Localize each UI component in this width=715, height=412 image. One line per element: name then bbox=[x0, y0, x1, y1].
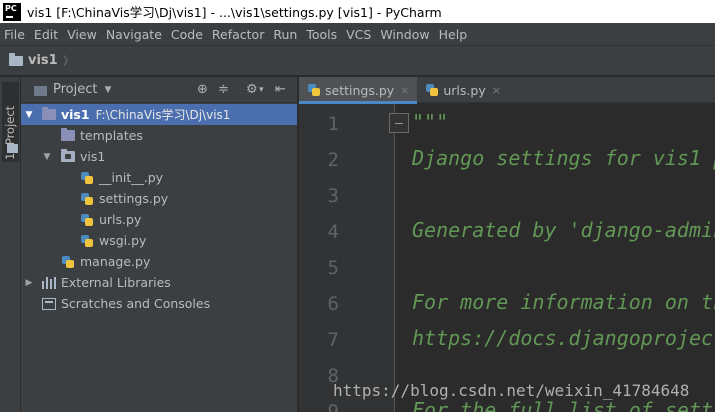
tree-item-init-py[interactable]: __init__.py bbox=[21, 167, 297, 188]
expanded-arrow-icon[interactable]: ▼ bbox=[42, 152, 52, 162]
tree-item-urls-py[interactable]: urls.py bbox=[21, 209, 297, 230]
tab-label: urls.py bbox=[443, 82, 486, 98]
left-tool-strip: 1: Project bbox=[0, 77, 21, 412]
menu-window[interactable]: Window bbox=[380, 27, 429, 42]
python-file-icon bbox=[61, 255, 75, 269]
breadcrumb-project[interactable]: vis1 bbox=[28, 53, 58, 68]
code-line: For the full list of settings bbox=[412, 398, 715, 412]
tree-item-label: templates bbox=[80, 128, 143, 143]
collapsed-arrow-icon[interactable]: ▶ bbox=[24, 278, 34, 288]
python-file-icon bbox=[80, 234, 94, 248]
tab-settings-py[interactable]: settings.py × bbox=[299, 77, 418, 104]
line-number: 2 bbox=[327, 149, 339, 171]
tree-item-manage-py[interactable]: manage.py bbox=[21, 251, 297, 272]
gear-dropdown-icon[interactable]: ▾ bbox=[259, 85, 264, 95]
menu-bar: File Edit View Navigate Code Refactor Ru… bbox=[0, 23, 715, 45]
project-view-icon bbox=[34, 84, 48, 96]
editor-tab-bar: settings.py × urls.py × bbox=[299, 77, 715, 104]
fold-marker-icon[interactable] bbox=[389, 113, 409, 133]
menu-vcs[interactable]: VCS bbox=[346, 27, 371, 42]
close-icon[interactable]: × bbox=[400, 84, 409, 97]
chevron-right-icon: 〉 bbox=[62, 54, 75, 68]
tree-item-label: wsgi.py bbox=[99, 233, 147, 248]
menu-view[interactable]: View bbox=[67, 27, 97, 42]
line-number: 5 bbox=[327, 257, 339, 279]
menu-help[interactable]: Help bbox=[439, 27, 468, 42]
code-editor[interactable]: 1 2 3 4 5 6 7 8 9 """ Django settings fo… bbox=[299, 104, 715, 412]
tab-urls-py[interactable]: urls.py × bbox=[417, 77, 509, 103]
pycharm-logo-icon: PC bbox=[3, 2, 21, 21]
menu-tools[interactable]: Tools bbox=[306, 27, 337, 42]
line-number: 4 bbox=[327, 221, 339, 243]
tree-item-vis1-package[interactable]: ▼ vis1 bbox=[21, 146, 297, 167]
tree-item-label: settings.py bbox=[99, 191, 169, 206]
tree-item-templates[interactable]: templates bbox=[21, 125, 297, 146]
code-line: """ bbox=[412, 110, 449, 134]
tree-item-label: vis1 bbox=[80, 149, 106, 164]
hide-panel-icon[interactable]: ⇤ bbox=[275, 82, 286, 97]
tree-item-label: urls.py bbox=[99, 212, 142, 227]
tree-item-scratches[interactable]: Scratches and Consoles bbox=[21, 293, 297, 314]
collapse-all-icon[interactable]: ≑ bbox=[218, 82, 229, 97]
close-icon[interactable]: × bbox=[492, 84, 501, 97]
title-bar: PC vis1 [F:\ChinaVis学习\Dj\vis1] - ...\vi… bbox=[0, 0, 715, 23]
tree-item-settings-py[interactable]: settings.py bbox=[21, 188, 297, 209]
python-file-icon bbox=[80, 171, 94, 185]
tree-item-wsgi-py[interactable]: wsgi.py bbox=[21, 230, 297, 251]
tree-item-label: External Libraries bbox=[61, 275, 171, 290]
expanded-arrow-icon[interactable]: ▼ bbox=[24, 110, 34, 120]
watermark-text: https://blog.csdn.net/weixin_41784648 bbox=[333, 381, 690, 400]
menu-navigate[interactable]: Navigate bbox=[106, 27, 162, 42]
scroll-from-source-icon[interactable]: ⊕ bbox=[197, 82, 208, 97]
menu-file[interactable]: File bbox=[4, 27, 25, 42]
menu-refactor[interactable]: Refactor bbox=[212, 27, 264, 42]
project-tool-tab[interactable]: 1: Project bbox=[2, 82, 19, 162]
line-number: 6 bbox=[327, 293, 339, 315]
menu-edit[interactable]: Edit bbox=[34, 27, 58, 42]
python-file-icon bbox=[425, 83, 439, 97]
project-tool-icon bbox=[7, 144, 18, 153]
project-view-selector[interactable]: Project bbox=[53, 82, 97, 97]
python-file-icon bbox=[307, 83, 321, 97]
tab-label: settings.py bbox=[325, 82, 395, 98]
line-number: 7 bbox=[327, 329, 339, 351]
python-file-icon bbox=[80, 213, 94, 227]
folder-icon bbox=[42, 107, 56, 120]
code-line: For more information on this file, see bbox=[412, 290, 715, 314]
navigation-bar: vis1 〉 bbox=[0, 45, 715, 76]
libraries-icon bbox=[42, 276, 56, 289]
code-line: Django settings for vis1 project. bbox=[412, 146, 715, 170]
line-number-gutter[interactable]: 1 2 3 4 5 6 7 8 9 bbox=[299, 104, 395, 412]
tree-item-label: vis1 bbox=[61, 107, 90, 122]
tree-item-label: manage.py bbox=[80, 254, 151, 269]
tree-item-root[interactable]: ▼ vis1 F:\ChinaVis学习\Dj\vis1 bbox=[21, 104, 297, 125]
project-panel-header: Project ▼ ⊕ ≑ ⚙ ▾ ⇤ bbox=[21, 77, 297, 103]
code-line: Generated by 'django-admin startproject' bbox=[412, 218, 715, 242]
settings-gear-icon[interactable]: ⚙ bbox=[246, 82, 258, 97]
menu-code[interactable]: Code bbox=[171, 27, 203, 42]
line-number: 1 bbox=[327, 113, 339, 135]
tree-item-label: Scratches and Consoles bbox=[61, 296, 211, 311]
menu-run[interactable]: Run bbox=[273, 27, 297, 42]
dropdown-arrow-icon[interactable]: ▼ bbox=[104, 85, 111, 95]
folder-icon bbox=[61, 128, 75, 141]
python-file-icon bbox=[80, 192, 94, 206]
line-number: 9 bbox=[327, 401, 339, 412]
tree-item-external-libraries[interactable]: ▶ External Libraries bbox=[21, 272, 297, 293]
code-line: https://docs.djangoproject.com/en/ bbox=[412, 326, 715, 350]
folder-icon bbox=[9, 52, 23, 66]
window-title: vis1 [F:\ChinaVis学习\Dj\vis1] - ...\vis1\… bbox=[27, 5, 442, 20]
line-number: 3 bbox=[327, 185, 339, 207]
package-folder-icon bbox=[61, 149, 75, 162]
tree-item-path: F:\ChinaVis学习\Dj\vis1 bbox=[95, 108, 231, 122]
tree-item-label: __init__.py bbox=[99, 170, 164, 185]
scratches-icon bbox=[42, 297, 56, 310]
project-panel: Project ▼ ⊕ ≑ ⚙ ▾ ⇤ ▼ vis1 F:\ChinaVis学习… bbox=[21, 77, 297, 412]
